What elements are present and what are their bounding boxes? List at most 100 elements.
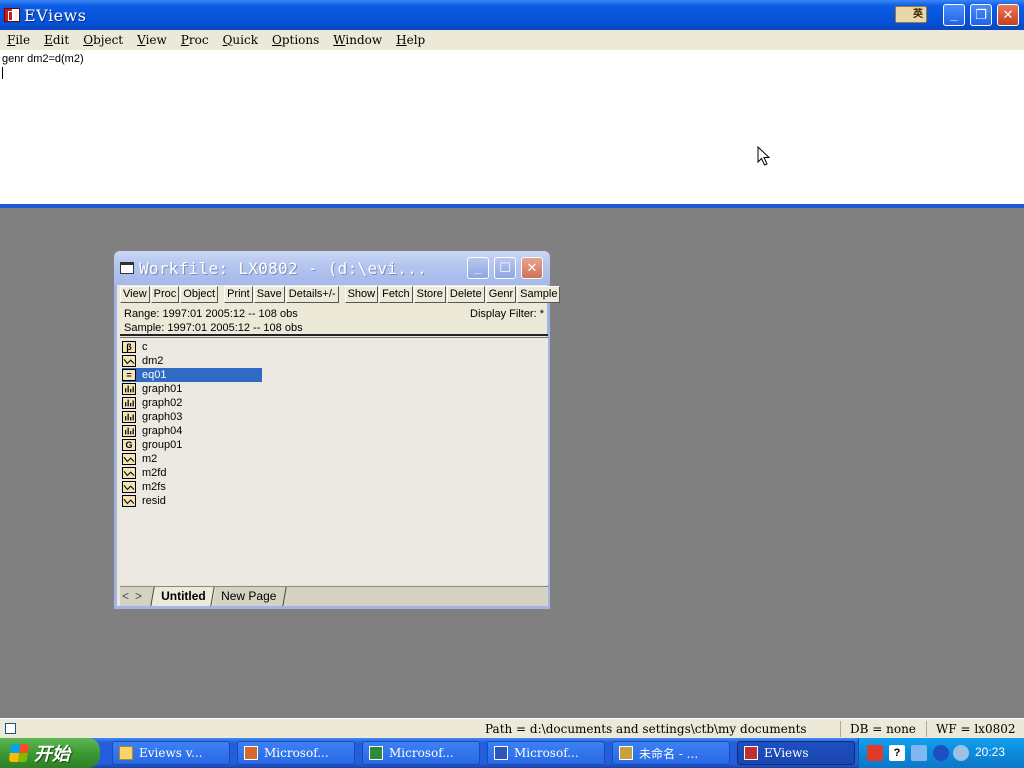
task-eviews-folder[interactable]: Eviews v...	[112, 741, 230, 765]
command-text[interactable]: genr dm2=d(m2)	[2, 53, 1022, 65]
tab-scroll-right-icon[interactable]: >	[135, 590, 146, 603]
series-icon	[122, 467, 136, 479]
paint-icon	[619, 746, 633, 760]
menu-options[interactable]: Options	[272, 33, 319, 47]
workfile-object-list[interactable]: β c dm2 = eq01 graph01 graph02 graph03 g…	[120, 337, 548, 585]
wf-view-button[interactable]: View	[120, 286, 150, 303]
menu-quick[interactable]: Quick	[223, 33, 258, 47]
list-item[interactable]: resid	[122, 494, 262, 508]
workfile-title: Workfile: LX0802 - (d:\evi...	[139, 258, 428, 278]
workfile-window-icon	[120, 262, 134, 274]
list-item[interactable]: = eq01	[122, 368, 262, 382]
menu-window[interactable]: Window	[333, 33, 382, 47]
status-checkbox[interactable]	[5, 723, 16, 734]
start-button[interactable]: 开始	[0, 738, 100, 768]
minimize-button[interactable]: _	[943, 4, 965, 26]
task-microsoft-word[interactable]: Microsof...	[487, 741, 605, 765]
group-icon: G	[122, 439, 136, 451]
status-bar: Path = d:\documents and settings\ctb\my …	[0, 718, 1024, 738]
workfile-page-tabs: < > Untitled New Page	[120, 586, 548, 606]
menu-object[interactable]: Object	[83, 33, 123, 47]
clock: 20:23	[975, 745, 1006, 759]
task-microsoft-excel[interactable]: Microsof...	[362, 741, 480, 765]
menu-help[interactable]: Help	[396, 33, 425, 47]
workfile-maximize-button[interactable]: ☐	[494, 257, 516, 279]
wf-store-button[interactable]: Store	[413, 286, 446, 303]
wf-proc-button[interactable]: Proc	[150, 286, 180, 303]
restore-button[interactable]: ❐	[970, 4, 992, 26]
app-titlebar[interactable]: EViews 英 _ ❐ ✕	[0, 0, 1024, 30]
list-item[interactable]: graph02	[122, 396, 262, 410]
system-tray: ? 20:23	[858, 738, 1024, 768]
series-icon	[122, 495, 136, 507]
excel-icon	[369, 746, 383, 760]
folder-icon	[119, 746, 133, 760]
tab-untitled[interactable]: Untitled	[150, 587, 216, 606]
series-icon	[122, 453, 136, 465]
graph-icon	[122, 411, 136, 423]
status-db: DB = none	[850, 722, 916, 736]
workfile-titlebar[interactable]: Workfile: LX0802 - (d:\evi... _ ☐ ✕	[114, 251, 550, 285]
list-item[interactable]: m2fd	[122, 466, 262, 480]
workfile-toolbar: View Proc Object Print Save Details+/- S…	[120, 286, 561, 304]
wf-details-button[interactable]: Details+/-	[285, 286, 339, 303]
graph-icon	[122, 425, 136, 437]
list-item[interactable]: β c	[122, 340, 262, 354]
wf-delete-button[interactable]: Delete	[446, 286, 485, 303]
list-item[interactable]: m2	[122, 452, 262, 466]
workfile-window[interactable]: Workfile: LX0802 - (d:\evi... _ ☐ ✕ View…	[114, 251, 561, 609]
list-item[interactable]: G group01	[122, 438, 262, 452]
tray-expand-icon[interactable]	[933, 745, 949, 761]
list-item[interactable]: graph03	[122, 410, 262, 424]
menu-file[interactable]: File	[7, 33, 30, 47]
series-icon	[122, 355, 136, 367]
taskbar: 开始 Eviews v... Microsof... Microsof... M…	[0, 738, 1024, 768]
list-item[interactable]: graph04	[122, 424, 262, 438]
text-cursor	[2, 67, 3, 79]
task-microsoft-outlook[interactable]: Microsof...	[237, 741, 355, 765]
mouse-pointer-icon	[757, 146, 771, 166]
eviews-app-icon[interactable]	[4, 8, 20, 22]
range-text[interactable]: Range: 1997:01 2005:12 -- 108 obs	[124, 308, 298, 320]
windows-logo-icon	[8, 744, 30, 762]
workfile-info-panel: Range: 1997:01 2005:12 -- 108 obs Sample…	[120, 306, 548, 336]
menu-proc[interactable]: Proc	[181, 33, 209, 47]
network-icon[interactable]	[911, 745, 927, 761]
workfile-minimize-button[interactable]: _	[467, 257, 489, 279]
eviews-icon	[744, 746, 758, 760]
equation-icon: =	[122, 369, 136, 381]
menu-edit[interactable]: Edit	[44, 33, 69, 47]
close-button[interactable]: ✕	[997, 4, 1019, 26]
list-item[interactable]: graph01	[122, 382, 262, 396]
coefficient-icon: β	[122, 341, 136, 353]
word-icon	[494, 746, 508, 760]
app-title: EViews	[24, 5, 87, 25]
display-filter-text[interactable]: Display Filter: *	[470, 308, 544, 320]
command-window[interactable]: genr dm2=d(m2)	[0, 50, 1024, 204]
command-window-divider[interactable]	[0, 204, 1024, 208]
wf-sample-button[interactable]: Sample	[517, 286, 561, 303]
list-item[interactable]: dm2	[122, 354, 262, 368]
wf-print-button[interactable]: Print	[224, 286, 253, 303]
menu-view[interactable]: View	[137, 33, 167, 47]
ime-language-icon[interactable]: 英	[895, 6, 927, 23]
task-eviews[interactable]: EViews	[737, 741, 855, 765]
wf-save-button[interactable]: Save	[253, 286, 285, 303]
list-item[interactable]: m2fs	[122, 480, 262, 494]
outlook-icon	[244, 746, 258, 760]
menu-bar: File Edit Object View Proc Quick Options…	[0, 30, 1024, 50]
tab-new-page[interactable]: New Page	[210, 587, 288, 606]
help-icon[interactable]: ?	[889, 745, 905, 761]
wf-genr-button[interactable]: Genr	[485, 286, 517, 303]
wf-fetch-button[interactable]: Fetch	[379, 286, 413, 303]
tray-app-icon[interactable]	[867, 745, 883, 761]
wf-object-button[interactable]: Object	[180, 286, 219, 303]
workfile-close-button[interactable]: ✕	[521, 257, 543, 279]
status-path: Path = d:\documents and settings\ctb\my …	[485, 722, 807, 736]
messenger-icon[interactable]	[953, 745, 969, 761]
sample-text[interactable]: Sample: 1997:01 2005:12 -- 108 obs	[124, 322, 303, 334]
tab-scroll-left-icon[interactable]: <	[122, 590, 133, 603]
task-paint[interactable]: 未命名 - ...	[612, 741, 730, 765]
graph-icon	[122, 383, 136, 395]
wf-show-button[interactable]: Show	[344, 286, 379, 303]
